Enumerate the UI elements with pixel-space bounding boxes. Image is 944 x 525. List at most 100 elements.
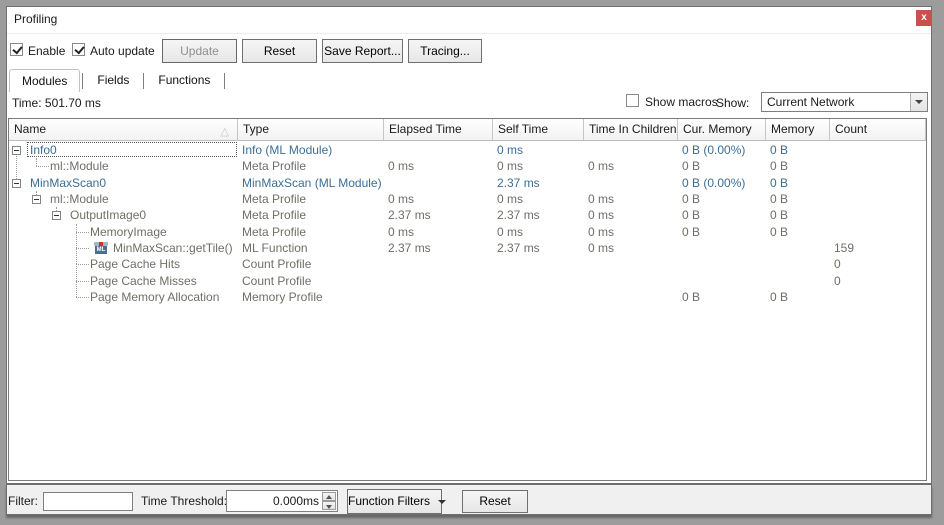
row-cur-memory: 0 B <box>682 225 700 239</box>
row-type: ML Function <box>242 241 308 255</box>
table-row[interactable]: Info0Info (ML Module)0 ms0 B (0.00%)0 B <box>9 142 926 159</box>
show-macros-checkbox[interactable] <box>626 94 639 107</box>
row-memory: 0 B <box>770 176 788 190</box>
tree-connector-line <box>76 264 77 280</box>
table-row[interactable]: MinMaxScan0 MinMaxScan (ML Module) 2.37 ms… <box>9 175 926 192</box>
filter-input[interactable] <box>43 492 133 511</box>
network-select[interactable]: Current Network <box>761 92 928 112</box>
tree-branch-line <box>76 297 89 298</box>
row-count: 159 <box>834 241 854 255</box>
table-row[interactable]: Page Cache HitsCount Profile0 <box>9 256 926 273</box>
tree-connector-line <box>76 224 77 232</box>
table-row[interactable]: OutputImage0Meta Profile2.37 ms2.37 ms0 … <box>9 207 926 224</box>
enable-checkbox[interactable] <box>10 43 23 56</box>
table-row[interactable]: MemoryImageMeta Profile0 ms0 ms0 ms0 B0 … <box>9 224 926 241</box>
tree-expander[interactable] <box>32 195 41 204</box>
row-elapsed-time: 2.37 ms <box>388 208 431 222</box>
table-header: Name△TypeElapsed TimeSelf TimeTime In Ch… <box>9 119 926 141</box>
row-self-time: 2.37 ms <box>497 208 540 222</box>
time-threshold-value: 0.000ms <box>273 494 319 508</box>
row-type: Meta Profile <box>242 159 306 173</box>
show-label: Show: <box>716 96 749 110</box>
row-type: Info (ML Module) <box>242 143 332 157</box>
table-row[interactable]: Page Cache MissesCount Profile0 <box>9 273 926 290</box>
row-self-time: 0 ms <box>497 225 523 239</box>
focus-rectangle <box>27 142 237 157</box>
column-header-count[interactable]: Count <box>830 119 926 141</box>
row-name: Page Memory Allocation <box>90 290 219 304</box>
reset-button[interactable]: Reset <box>242 39 317 63</box>
function-filters-button[interactable]: Function Filters <box>347 489 442 514</box>
row-self-time: 2.37 ms <box>497 176 540 190</box>
auto-update-checkbox[interactable] <box>72 43 85 56</box>
tree-expander[interactable] <box>12 146 21 155</box>
table-row[interactable]: MLMinMaxScan::getTile()ML Function2.37 m… <box>9 240 926 257</box>
row-name: ml::Module <box>50 159 109 173</box>
row-self-time: 0 ms <box>497 192 523 206</box>
column-header-self-time[interactable]: Self Time <box>493 119 584 141</box>
network-select-value: Current Network <box>767 95 854 109</box>
tab-separator <box>224 73 225 89</box>
row-time-in-children: 0 ms <box>588 225 614 239</box>
row-type: Meta Profile <box>242 208 306 222</box>
row-elapsed-time: 2.37 ms <box>388 241 431 255</box>
titlebar-divider <box>7 33 931 34</box>
window-title: Profiling <box>14 12 57 26</box>
column-header-type[interactable]: Type <box>238 119 384 141</box>
stepper-down-button[interactable] <box>322 501 336 510</box>
table-row[interactable]: ml::ModuleMeta Profile0 ms0 ms0 ms0 B0 B <box>9 158 926 175</box>
row-type: MinMaxScan (ML Module) <box>242 176 382 190</box>
tree-branch-line <box>76 232 89 233</box>
tab-separator <box>143 73 144 89</box>
column-header-cur-memory[interactable]: Cur. Memory <box>678 119 766 141</box>
profiling-panel: Profiling x Enable Auto update Update Re… <box>0 0 944 525</box>
tab-modules[interactable]: Modules <box>9 69 80 92</box>
tab-fields[interactable]: Fields <box>85 69 141 92</box>
filter-reset-button[interactable]: Reset <box>462 490 528 513</box>
row-self-time: 0 ms <box>497 143 523 157</box>
column-header-elapsed-time[interactable]: Elapsed Time <box>384 119 493 141</box>
row-type: Count Profile <box>242 257 311 271</box>
column-header-name[interactable]: Name△ <box>9 119 238 141</box>
tree-connector-line <box>36 158 37 166</box>
tab-functions[interactable]: Functions <box>146 69 222 92</box>
tab-separator <box>82 73 83 89</box>
column-header-time-in-children[interactable]: Time In Children <box>584 119 678 141</box>
combo-arrow-button[interactable] <box>910 93 927 111</box>
row-type: Memory Profile <box>242 290 323 304</box>
row-cur-memory: 0 B <box>682 159 700 173</box>
sort-ascending-icon: △ <box>221 122 229 141</box>
time-threshold-label: Time Threshold: <box>141 494 227 508</box>
function-filters-label: Function Filters <box>348 494 430 508</box>
row-time-in-children: 0 ms <box>588 241 614 255</box>
tree-expander[interactable] <box>52 211 61 220</box>
update-button: Update <box>162 39 237 63</box>
chevron-up-icon <box>326 495 332 499</box>
row-time-in-children: 0 ms <box>588 192 614 206</box>
tracing-button[interactable]: Tracing... <box>408 39 482 63</box>
row-name: MinMaxScan0 <box>30 176 106 190</box>
tree-branch-line <box>76 264 89 265</box>
tree-expander[interactable] <box>12 179 21 188</box>
row-name: ml::Module <box>50 192 109 206</box>
tree-branch-line <box>36 166 49 167</box>
chevron-down-icon <box>915 100 923 104</box>
row-cur-memory: 0 B (0.00%) <box>682 176 745 190</box>
row-type: Count Profile <box>242 274 311 288</box>
time-threshold-stepper[interactable]: 0.000ms <box>226 490 338 512</box>
row-name: Info0 <box>30 143 57 157</box>
save-report-button[interactable]: Save Report... <box>322 39 403 63</box>
column-header-memory[interactable]: Memory <box>766 119 830 141</box>
close-icon[interactable]: x <box>916 10 932 26</box>
show-macros-label: Show macros <box>645 95 718 109</box>
row-type: Meta Profile <box>242 225 306 239</box>
tab-bar: ModulesFieldsFunctions <box>9 69 227 92</box>
row-cur-memory: 0 B (0.00%) <box>682 143 745 157</box>
row-cur-memory: 0 B <box>682 192 700 206</box>
row-memory: 0 B <box>770 192 788 206</box>
table-row[interactable]: Page Memory AllocationMemory Profile0 B0… <box>9 289 926 306</box>
table-row[interactable]: ml::ModuleMeta Profile0 ms0 ms0 ms0 B0 B <box>9 191 926 208</box>
row-memory: 0 B <box>770 208 788 222</box>
stepper-up-button[interactable] <box>322 492 336 501</box>
time-label: Time: 501.70 ms <box>12 96 101 110</box>
